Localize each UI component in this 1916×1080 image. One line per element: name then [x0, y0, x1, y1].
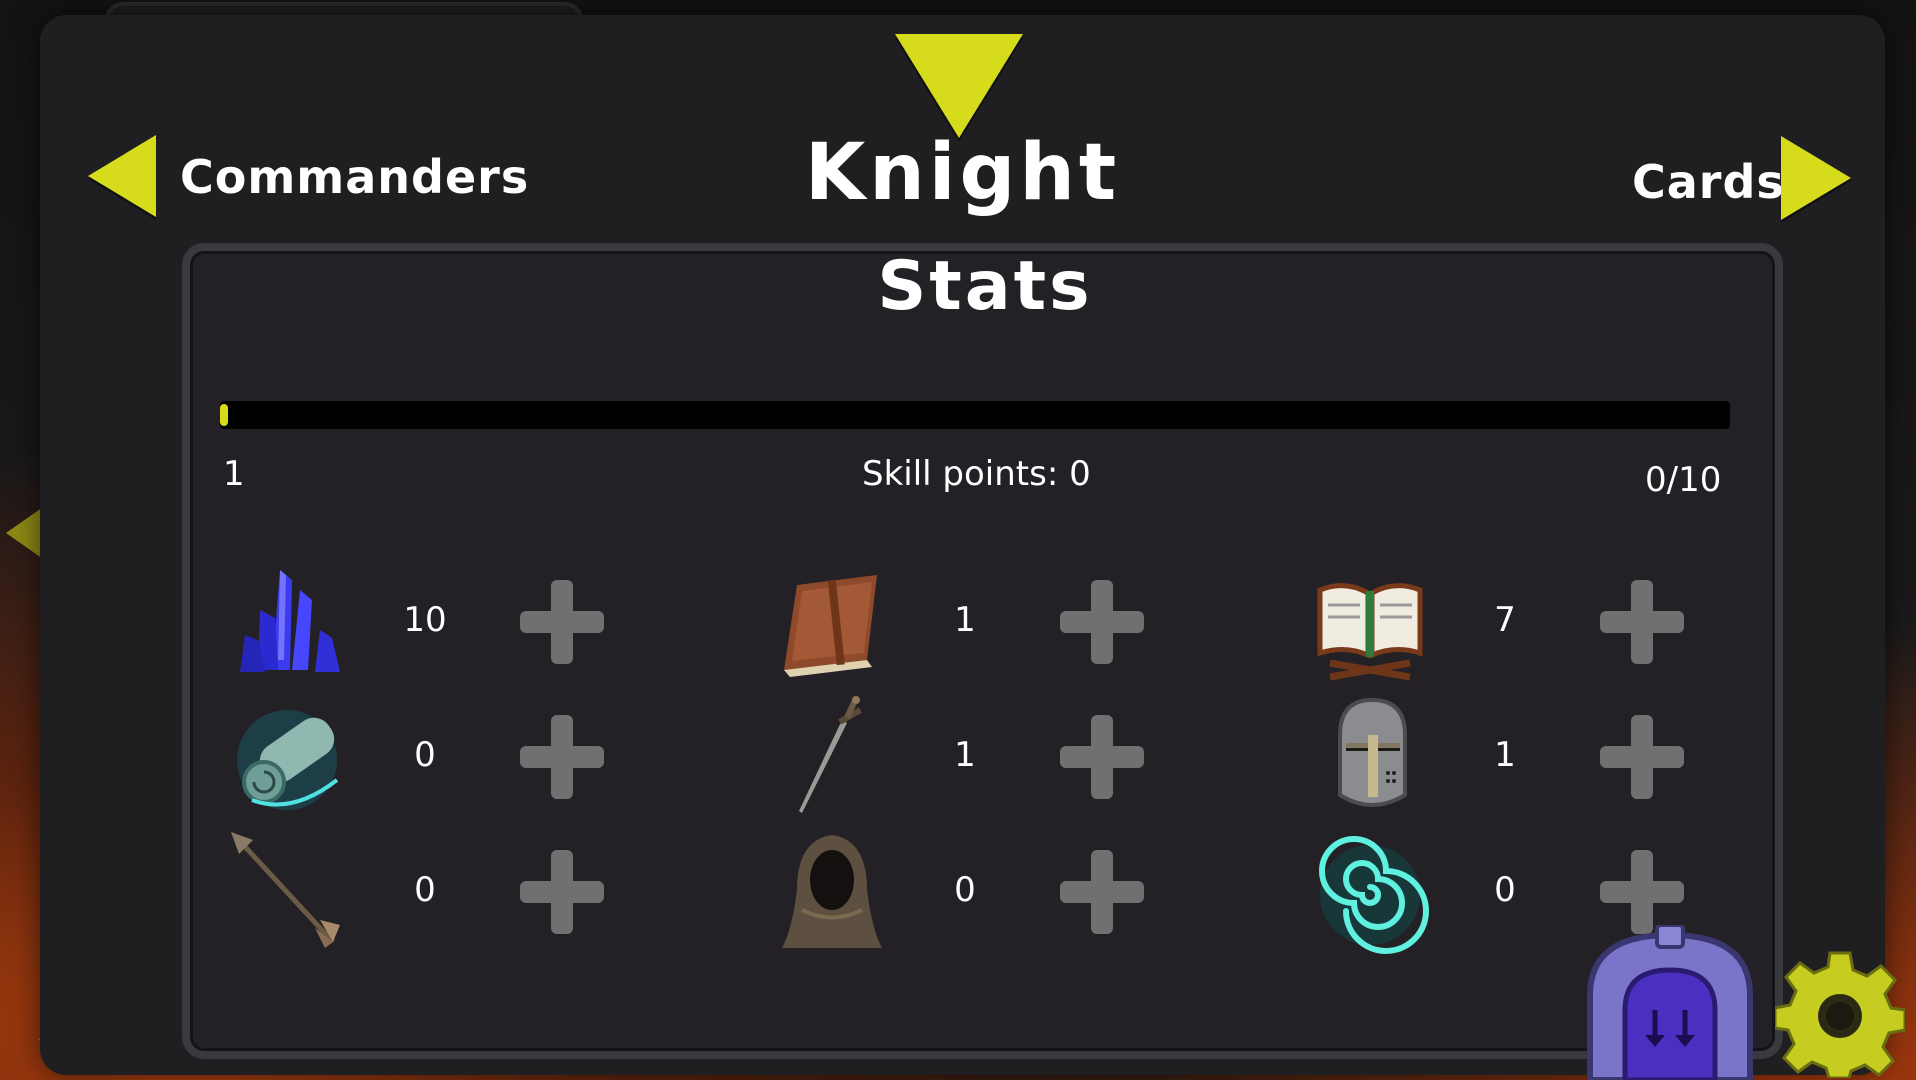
increase-stat-button[interactable] — [1060, 715, 1144, 799]
dungeon-gate-button[interactable] — [1585, 925, 1755, 1080]
stat-value: 1 — [1494, 735, 1516, 775]
prev-label[interactable]: Commanders — [180, 150, 529, 204]
stat-value: 0 — [954, 870, 976, 910]
xp-progress-bar — [220, 401, 1730, 429]
arrow-icon — [231, 832, 340, 948]
knight-helmet-icon — [1338, 697, 1407, 807]
open-book-icon — [1317, 583, 1423, 681]
prev-arrow-button[interactable] — [88, 135, 156, 217]
skill-points-label: Skill points: 0 — [862, 454, 1091, 494]
level-value: 1 — [223, 454, 245, 494]
stat-value: 10 — [403, 600, 447, 640]
stats-panel — [182, 243, 1783, 1059]
increase-stat-button[interactable] — [1600, 715, 1684, 799]
stat-value: 7 — [1494, 600, 1516, 640]
stat-value: 0 — [414, 735, 436, 775]
dagger-icon — [799, 696, 862, 813]
increase-stat-button[interactable] — [1060, 580, 1144, 664]
leather-book-icon — [784, 575, 877, 677]
increase-stat-button[interactable] — [1600, 580, 1684, 664]
magic-scroll-icon — [237, 710, 339, 810]
hooded-cloak-icon — [782, 835, 882, 948]
collapse-arrow-button[interactable] — [895, 34, 1023, 138]
stat-value: 0 — [1494, 870, 1516, 910]
stat-value: 0 — [414, 870, 436, 910]
increase-stat-button[interactable] — [520, 580, 604, 664]
mana-crystal-icon — [240, 570, 340, 672]
settings-gear-icon[interactable] — [1775, 948, 1905, 1078]
increase-stat-button[interactable] — [1600, 850, 1684, 934]
stat-value: 1 — [954, 735, 976, 775]
increase-stat-button[interactable] — [520, 715, 604, 799]
teal-vortex-icon — [1319, 836, 1429, 954]
increase-stat-button[interactable] — [1060, 850, 1144, 934]
stat-value: 1 — [954, 600, 976, 640]
xp-value: 0/10 — [1645, 460, 1722, 500]
xp-progress-fill — [220, 404, 228, 426]
page-title: Knight — [804, 128, 1121, 218]
increase-stat-button[interactable] — [520, 850, 604, 934]
next-arrow-button[interactable] — [1781, 136, 1851, 220]
next-label[interactable]: Cards — [1632, 155, 1785, 209]
stats-title: Stats — [877, 247, 1093, 326]
